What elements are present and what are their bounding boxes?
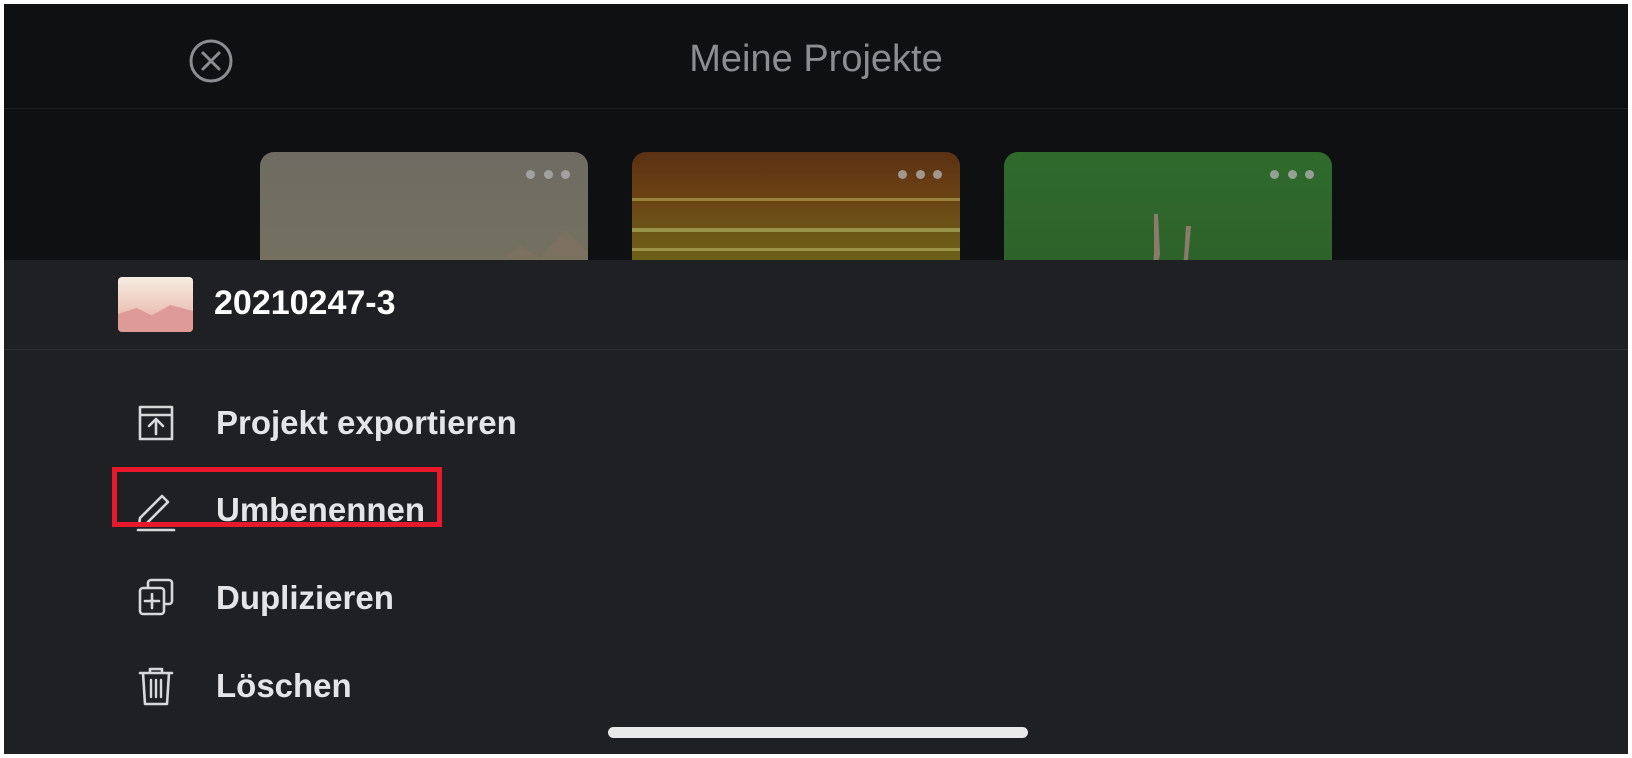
page-title: Meine Projekte (689, 38, 943, 80)
home-indicator[interactable] (608, 727, 1028, 738)
rename-label: Umbenennen (216, 491, 426, 528)
duplicate-label: Duplizieren (216, 579, 394, 616)
more-dots-icon[interactable] (526, 168, 570, 180)
more-dots-icon[interactable] (898, 168, 942, 180)
sheet-header: 20210247-3 (4, 260, 1628, 350)
project-thumbnail (118, 277, 193, 332)
duplicate-icon (138, 578, 174, 616)
delete-button[interactable]: Löschen (122, 654, 542, 714)
more-dots-icon[interactable] (1270, 168, 1314, 180)
trash-icon (138, 667, 174, 706)
delete-label: Löschen (216, 667, 352, 704)
pencil-icon (136, 494, 176, 532)
project-name: 20210247-3 (214, 284, 396, 322)
app-screen: Meine Projekte 20210247-3 Projekt export… (4, 4, 1628, 754)
rename-button[interactable]: Umbenennen (122, 478, 542, 538)
duplicate-button[interactable]: Duplizieren (122, 566, 542, 626)
export-label: Projekt exportieren (216, 404, 517, 441)
action-sheet: 20210247-3 Projekt exportieren Umbenenne… (4, 260, 1628, 754)
export-project-button[interactable]: Projekt exportieren (122, 391, 542, 451)
export-icon (138, 405, 174, 441)
top-bar: Meine Projekte (4, 4, 1628, 109)
